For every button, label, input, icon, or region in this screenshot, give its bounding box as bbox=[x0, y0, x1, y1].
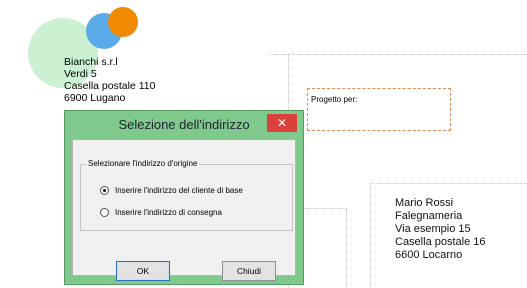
recipient-address: Mario Rossi Falegnameria Via esempio 15 … bbox=[395, 197, 486, 262]
close-icon: ✕ bbox=[276, 116, 288, 130]
guide-line bbox=[370, 183, 527, 184]
close-dialog-button[interactable]: Chiudi bbox=[222, 261, 276, 281]
close-button[interactable]: ✕ bbox=[267, 114, 297, 132]
project-field[interactable]: Progetto per: bbox=[307, 88, 451, 131]
guide-line bbox=[346, 208, 347, 288]
ok-button[interactable]: OK bbox=[116, 261, 170, 281]
radio-label: Inserire l'indirizzo di consegna bbox=[115, 207, 222, 217]
dialog-body: Selezionare l'indirizzo d'origine Inseri… bbox=[72, 139, 296, 281]
sender-address: Bianchi s.r.l Verdi 5 Casella postale 11… bbox=[64, 56, 155, 104]
sender-line: Verdi 5 bbox=[64, 68, 97, 80]
address-origin-group: Selezionare l'indirizzo d'origine Inseri… bbox=[80, 159, 293, 231]
project-label: Progetto per: bbox=[311, 95, 358, 104]
sender-line: Bianchi s.r.l bbox=[64, 56, 118, 68]
guide-line bbox=[370, 183, 371, 288]
radio-button[interactable] bbox=[100, 207, 109, 217]
recipient-line: Casella postale 16 bbox=[395, 236, 486, 248]
group-label: Selezionare l'indirizzo d'origine bbox=[86, 159, 200, 168]
sender-line: Casella postale 110 bbox=[64, 80, 156, 92]
recipient-line: 6600 Locarno bbox=[395, 249, 463, 261]
recipient-line: Falegnameria bbox=[395, 210, 463, 222]
radio-delivery-address[interactable]: Inserire l'indirizzo di consegna bbox=[100, 205, 222, 219]
recipient-line: Mario Rossi bbox=[395, 197, 454, 209]
logo-orange-circle bbox=[108, 7, 138, 37]
radio-button-selected[interactable] bbox=[100, 185, 109, 195]
address-selection-dialog: Selezione dell'indirizzo ✕ Selezionare l… bbox=[64, 110, 304, 285]
guide-line bbox=[305, 208, 347, 209]
radio-base-customer-address[interactable]: Inserire l'indirizzo del cliente di base bbox=[100, 183, 243, 197]
radio-label: Inserire l'indirizzo del cliente di base bbox=[115, 185, 243, 195]
sender-line: 6900 Lugano bbox=[64, 92, 126, 104]
guide-line bbox=[270, 54, 527, 55]
recipient-line: Via esempio 15 bbox=[395, 223, 471, 235]
